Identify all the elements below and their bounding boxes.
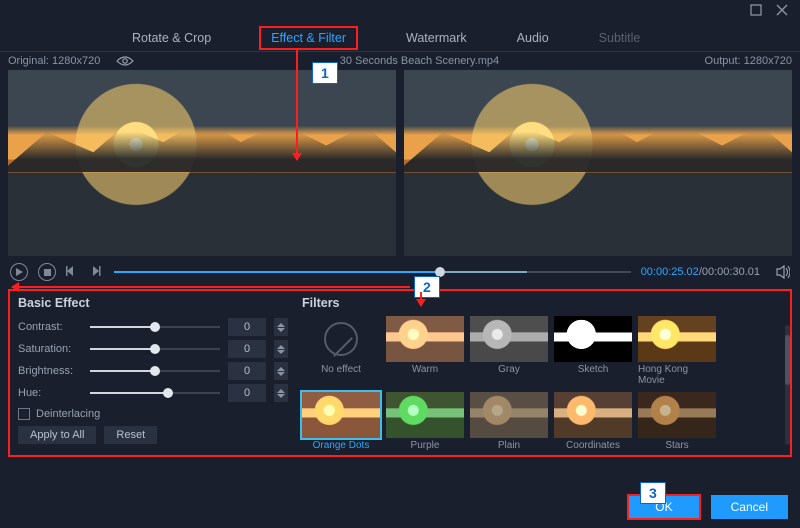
annotation-arrow-2 <box>12 286 410 288</box>
contrast-stepper[interactable] <box>274 318 288 336</box>
hue-slider[interactable] <box>90 387 220 399</box>
basic-effect-heading: Basic Effect <box>18 296 288 310</box>
hue-label: Hue: <box>18 387 82 399</box>
saturation-stepper[interactable] <box>274 340 288 358</box>
apply-to-all-button[interactable]: Apply to All <box>18 426 96 444</box>
volume-icon[interactable] <box>776 265 790 279</box>
filter-label: Hong Kong Movie <box>638 364 716 386</box>
annotation-step-1: 1 <box>312 62 338 84</box>
seek-slider[interactable] <box>114 265 631 279</box>
tab-subtitle[interactable]: Subtitle <box>597 27 643 49</box>
contrast-label: Contrast: <box>18 321 82 333</box>
filters-heading: Filters <box>302 296 782 310</box>
cancel-button[interactable]: Cancel <box>711 495 788 519</box>
filters-scrollbar[interactable] <box>785 325 790 445</box>
filter-coordinates[interactable]: Coordinates <box>554 392 632 451</box>
filter-hong-kong-movie[interactable]: Hong Kong Movie <box>638 316 716 386</box>
saturation-value[interactable]: 0 <box>228 340 266 358</box>
contrast-value[interactable]: 0 <box>228 318 266 336</box>
filter-purple[interactable]: Purple <box>386 392 464 451</box>
brightness-value[interactable]: 0 <box>228 362 266 380</box>
play-button[interactable] <box>10 263 28 281</box>
annotation-arrow-1 <box>296 48 298 160</box>
hue-stepper[interactable] <box>274 384 288 402</box>
filter-orange-dots[interactable]: Orange Dots <box>302 392 380 451</box>
output-resolution: Output: 1280x720 <box>705 55 792 67</box>
preview-original <box>8 70 396 256</box>
eye-icon[interactable] <box>116 55 134 67</box>
annotation-step-2: 2 <box>414 276 440 298</box>
maximize-icon[interactable] <box>750 3 762 21</box>
filter-label: Plain <box>498 440 520 451</box>
filter-label: Orange Dots <box>313 440 370 451</box>
tab-effect-filter[interactable]: Effect & Filter <box>259 26 358 50</box>
preview-output <box>404 70 792 256</box>
tab-rotate-crop[interactable]: Rotate & Crop <box>130 27 213 49</box>
filter-no-effect[interactable]: No effect <box>302 316 380 386</box>
filter-gray[interactable]: Gray <box>470 316 548 386</box>
saturation-label: Saturation: <box>18 343 82 355</box>
tab-audio[interactable]: Audio <box>515 27 551 49</box>
brightness-stepper[interactable] <box>274 362 288 380</box>
annotation-step-3: 3 <box>640 482 666 504</box>
filter-sketch[interactable]: Sketch <box>554 316 632 386</box>
filter-label: No effect <box>321 364 361 375</box>
prev-frame-button[interactable] <box>66 265 80 279</box>
file-name: 30 Seconds Beach Scenery.mp4 <box>134 55 704 67</box>
close-icon[interactable] <box>776 3 788 21</box>
time-display: 00:00:25.02/00:00:30.01 <box>641 266 760 278</box>
hue-value[interactable]: 0 <box>228 384 266 402</box>
brightness-label: Brightness: <box>18 365 82 377</box>
filter-label: Stars <box>665 440 688 451</box>
tab-bar: Rotate & Crop Effect & Filter Watermark … <box>0 24 800 52</box>
next-frame-button[interactable] <box>90 265 104 279</box>
annotation-arrow-2b <box>420 292 422 306</box>
reset-button[interactable]: Reset <box>104 426 157 444</box>
filter-plain[interactable]: Plain <box>470 392 548 451</box>
deinterlacing-checkbox[interactable]: Deinterlacing <box>18 408 288 420</box>
filter-stars[interactable]: Stars <box>638 392 716 451</box>
filter-label: Purple <box>411 440 440 451</box>
brightness-slider[interactable] <box>90 365 220 377</box>
contrast-slider[interactable] <box>90 321 220 333</box>
saturation-slider[interactable] <box>90 343 220 355</box>
filter-warm[interactable]: Warm <box>386 316 464 386</box>
filter-label: Coordinates <box>566 440 620 451</box>
filter-label: Gray <box>498 364 520 375</box>
tab-watermark[interactable]: Watermark <box>404 27 469 49</box>
filter-label: Warm <box>412 364 438 375</box>
original-resolution: Original: 1280x720 <box>8 55 100 67</box>
stop-button[interactable] <box>38 263 56 281</box>
filter-label: Sketch <box>578 364 609 375</box>
